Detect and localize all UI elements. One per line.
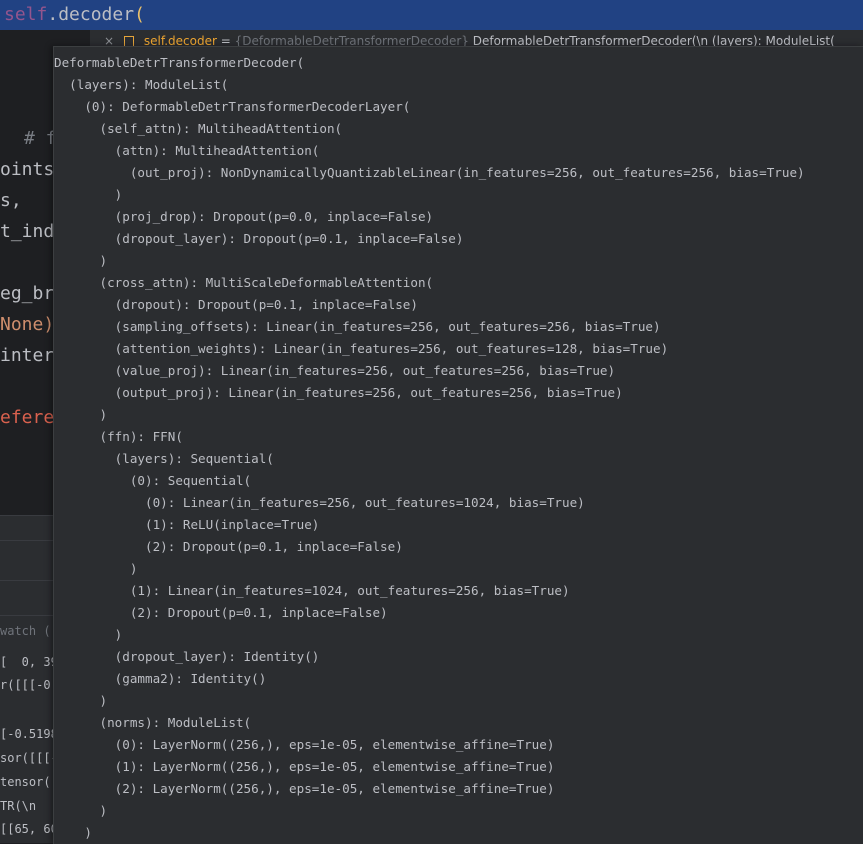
tree-line: (dropout): Dropout(p=0.1, inplace=False)	[54, 297, 418, 312]
tree-line: (out_proj): NonDynamicallyQuantizableLin…	[54, 165, 805, 180]
code-fragment: eg_br	[0, 283, 55, 304]
tree-line: (0): Sequential(	[54, 473, 252, 488]
panel-divider	[0, 615, 60, 616]
tree-line: (proj_drop): Dropout(p=0.0, inplace=Fals…	[54, 209, 434, 224]
tree-line: (2): LayerNorm((256,), eps=1e-05, elemen…	[54, 781, 555, 796]
panel-divider	[0, 580, 60, 581]
watch-label[interactable]: watch (	[0, 624, 51, 638]
tree-line: (attn): MultiheadAttention(	[54, 143, 320, 158]
decoder-call-code: self.decoder(	[4, 4, 145, 25]
tree-line: (ffn): FFN(	[54, 429, 183, 444]
tree-line: )	[54, 825, 92, 840]
debug-value-row[interactable]: [-0.5198	[0, 727, 58, 741]
tree-line: DeformableDetrTransformerDecoder(	[54, 55, 305, 70]
tree-line: (0): LayerNorm((256,), eps=1e-05, elemen…	[54, 737, 555, 752]
tree-line: (sampling_offsets): Linear(in_features=2…	[54, 319, 661, 334]
tree-line: (2): Dropout(p=0.1, inplace=False)	[54, 539, 403, 554]
tree-line: (0): Linear(in_features=256, out_feature…	[54, 495, 585, 510]
code-fragment: inter	[0, 345, 55, 366]
code-fragment-error: efere	[0, 407, 55, 428]
tree-line: (1): ReLU(inplace=True)	[54, 517, 320, 532]
code-fragment: s,	[0, 190, 22, 211]
tree-line: )	[54, 693, 108, 708]
module-tree-text: DeformableDetrTransformerDecoder( (layer…	[54, 52, 863, 844]
tree-line: (1): Linear(in_features=1024, out_featur…	[54, 583, 570, 598]
tree-line: )	[54, 561, 138, 576]
tree-line: (1): LayerNorm((256,), eps=1e-05, elemen…	[54, 759, 555, 774]
tree-line: (self_attn): MultiheadAttention(	[54, 121, 343, 136]
code-fragment-comment: # f	[24, 128, 57, 149]
tree-line: (gamma2): Identity()	[54, 671, 267, 686]
tree-line: (layers): ModuleList(	[54, 77, 229, 92]
tree-line: (output_proj): Linear(in_features=256, o…	[54, 385, 623, 400]
tree-line: (dropout_layer): Identity()	[54, 649, 320, 664]
open-paren: (	[134, 4, 145, 25]
code-fragment-none: None)	[0, 314, 55, 335]
method-name: .decoder	[47, 4, 135, 25]
tree-line: )	[54, 187, 123, 202]
tree-line: (layers): Sequential(	[54, 451, 274, 466]
tree-line: )	[54, 407, 108, 422]
tree-line: (norms): ModuleList(	[54, 715, 252, 730]
tree-line: (2): Dropout(p=0.1, inplace=False)	[54, 605, 388, 620]
selected-code-line[interactable]: self.decoder(	[0, 0, 863, 30]
tree-line: )	[54, 627, 123, 642]
value-tooltip-popup[interactable]: DeformableDetrTransformerDecoder( (layer…	[53, 46, 863, 844]
tree-line: (value_proj): Linear(in_features=256, ou…	[54, 363, 616, 378]
panel-divider	[0, 540, 60, 541]
tree-line: (0): DeformableDetrTransformerDecoderLay…	[54, 99, 411, 114]
panel-divider	[0, 515, 60, 516]
tree-line: )	[54, 803, 108, 818]
self-keyword: self	[4, 4, 48, 25]
tree-line: (cross_attn): MultiScaleDeformableAttent…	[54, 275, 434, 290]
tree-line: )	[54, 253, 108, 268]
tree-line: (dropout_layer): Dropout(p=0.1, inplace=…	[54, 231, 464, 246]
tree-line: (attention_weights): Linear(in_features=…	[54, 341, 669, 356]
